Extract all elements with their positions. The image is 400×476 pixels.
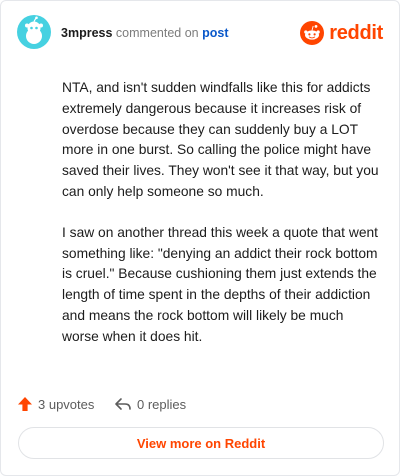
reddit-brand[interactable]: reddit	[300, 21, 383, 45]
reply-arrow-icon	[115, 398, 131, 410]
comment-footer: 3 upvotes 0 replies	[17, 393, 383, 415]
username-link[interactable]: 3mpress	[61, 26, 112, 40]
comment-paragraph-1: NTA, and isn't sudden windfalls like thi…	[62, 80, 379, 199]
avatar-snoo-icon	[17, 15, 51, 49]
replies-stat[interactable]: 0 replies	[114, 393, 186, 415]
upvotes-count: 3 upvotes	[38, 396, 95, 412]
comment-header: 3mpress commented on post reddit	[17, 15, 383, 51]
comment-meta: 3mpress commented on post	[61, 26, 228, 41]
replies-count: 0 replies	[137, 396, 187, 412]
reddit-wordmark: reddit	[329, 21, 383, 44]
avatar[interactable]	[17, 15, 51, 49]
action-text: commented on	[115, 26, 199, 40]
upvote-arrow-icon	[18, 397, 32, 411]
embedded-comment-card: 3mpress commented on post reddit NTA, an…	[0, 0, 400, 476]
post-link[interactable]: post	[202, 26, 228, 40]
view-more-button[interactable]: View more on Reddit	[18, 427, 384, 459]
reddit-logo-icon	[300, 21, 325, 45]
upvotes-stat[interactable]: 3 upvotes	[17, 393, 94, 415]
comment-body: NTA, and isn't sudden windfalls like thi…	[62, 78, 380, 368]
comment-paragraph-2: I saw on another thread this week a quot…	[62, 224, 378, 344]
